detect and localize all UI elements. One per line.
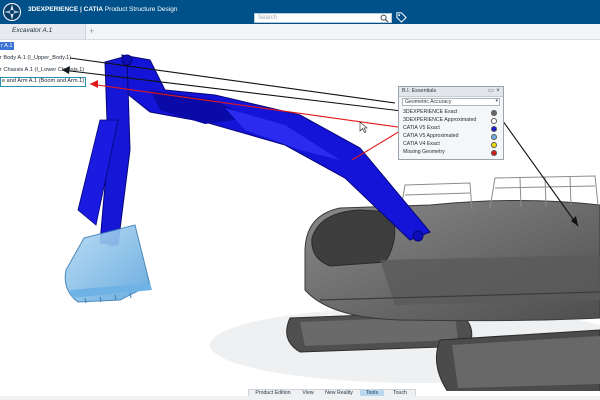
legend-color-swatch bbox=[491, 133, 497, 140]
tree-item-root[interactable]: r A.1 bbox=[0, 42, 14, 50]
close-icon[interactable]: × bbox=[495, 88, 501, 94]
tab-excavator[interactable]: Excavator A.1 bbox=[0, 24, 86, 39]
legend-row: 3DEXPERIENCE Approximated bbox=[402, 117, 500, 124]
tab-label: Excavator A.1 bbox=[12, 27, 53, 34]
bi-essentials-panel: B.I. Essentials ▭ × Geometric Accuracy ▾… bbox=[398, 86, 504, 160]
upper-body[interactable] bbox=[304, 200, 600, 322]
chevron-down-icon: ▾ bbox=[495, 98, 498, 104]
tab-bar: Excavator A.1 + bbox=[0, 24, 600, 40]
accuracy-select[interactable]: Geometric Accuracy ▾ bbox=[402, 98, 500, 106]
bucket[interactable] bbox=[64, 224, 152, 304]
compass-icon[interactable] bbox=[2, 2, 22, 22]
legend-color-swatch bbox=[491, 117, 497, 124]
legend-row: 3DEXPERIENCE Exact bbox=[402, 109, 500, 116]
top-bar: 3DEXPERIENCE | CATIA Product Structure D… bbox=[0, 0, 600, 24]
accuracy-select-value: Geometric Accuracy bbox=[405, 99, 452, 105]
tree-item-upper-body[interactable]: r Body A.1 (I_Upper_Body.1) bbox=[0, 54, 71, 62]
legend-row: Missing Geometry bbox=[402, 149, 500, 156]
legend-color-swatch bbox=[491, 109, 497, 116]
front-track[interactable] bbox=[435, 329, 600, 391]
legend-label: CATIA V4 Exact bbox=[403, 141, 440, 147]
search-icon[interactable] bbox=[380, 14, 389, 23]
legend-row: CATIA V4 Exact bbox=[402, 141, 500, 148]
legend-label: 3DEXPERIENCE Approximated bbox=[403, 117, 477, 123]
legend-row: CATIA V5 Approximated bbox=[402, 133, 500, 140]
tag-icon[interactable] bbox=[396, 12, 407, 23]
app-brand: 3DEXPERIENCE | CATIA bbox=[28, 6, 104, 13]
panel-header: B.I. Essentials ▭ × bbox=[399, 87, 503, 97]
app-title: 3DEXPERIENCE | CATIA Product Structure D… bbox=[28, 6, 177, 13]
minimize-icon[interactable]: ▭ bbox=[488, 88, 494, 94]
legend-label: CATIA V5 Exact bbox=[403, 125, 440, 131]
legend-label: CATIA V5 Approximated bbox=[403, 133, 459, 139]
legend-color-swatch bbox=[491, 141, 497, 148]
legend-label: Missing Geometry bbox=[403, 149, 445, 155]
tree-item-boom-and-arm[interactable]: e and Arm A.1 (Boom and Arm.1) bbox=[0, 77, 87, 87]
panel-title: B.I. Essentials bbox=[402, 88, 437, 94]
tree-item-lower-chassis[interactable]: r Chassis A.1 (I_Lower Chassis.1) bbox=[0, 66, 84, 74]
legend-color-swatch bbox=[491, 149, 497, 156]
3d-viewport[interactable] bbox=[0, 41, 600, 391]
search-input[interactable]: Search bbox=[254, 13, 392, 23]
mouse-cursor-icon bbox=[359, 121, 368, 133]
search-placeholder: Search bbox=[258, 15, 278, 21]
legend-row: CATIA V5 Exact bbox=[402, 125, 500, 132]
add-tab-icon[interactable]: + bbox=[89, 26, 94, 36]
legend-label: 3DEXPERIENCE Exact bbox=[403, 109, 458, 115]
status-strip bbox=[0, 396, 600, 400]
app-subtitle: Product Structure Design bbox=[104, 6, 178, 13]
legend-color-swatch bbox=[491, 125, 497, 132]
